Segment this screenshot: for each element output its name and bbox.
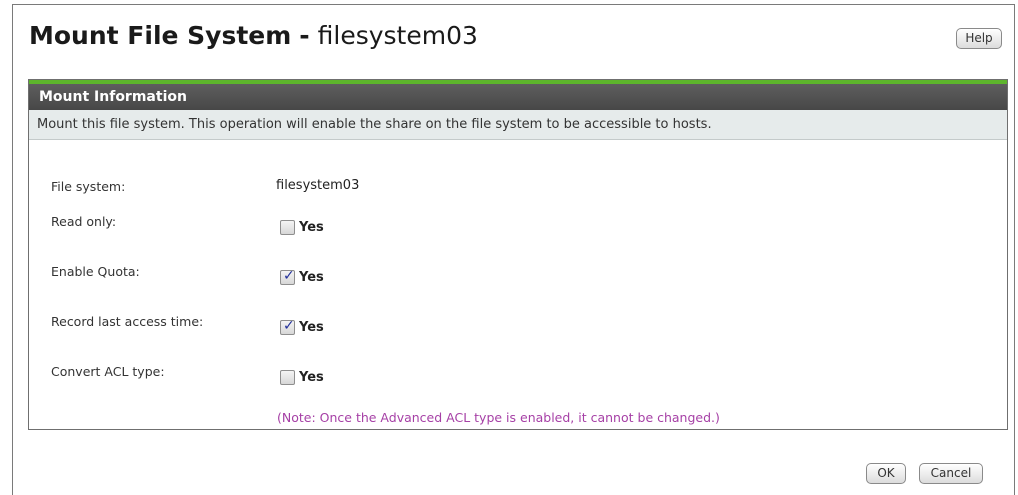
title-filesystem-name: filesystem03 [317,21,478,50]
title-main: Mount File System [29,21,292,50]
file-system-label: File system: [51,179,126,194]
mount-information-panel: Mount Information Mount this file system… [28,79,1008,430]
help-button[interactable]: Help [956,28,1002,49]
panel-header: Mount Information [29,84,1007,110]
convert-acl-option-label: Yes [299,370,324,385]
read-only-option[interactable]: Yes [280,220,324,235]
title-row: Mount File System - filesystem03 [29,21,1002,57]
read-only-label: Read only: [51,214,117,229]
file-system-value: filesystem03 [276,178,360,193]
record-last-access-option-label: Yes [299,320,324,335]
title-separator: - [299,21,310,50]
record-last-access-checkbox[interactable] [280,318,295,335]
enable-quota-option[interactable]: Yes [280,268,324,285]
read-only-option-label: Yes [299,220,324,235]
acl-note: (Note: Once the Advanced ACL type is ena… [277,410,720,425]
enable-quota-checkbox[interactable] [280,268,295,285]
convert-acl-label: Convert ACL type: [51,364,165,379]
record-last-access-label: Record last access time: [51,314,204,329]
ok-button[interactable]: OK [866,463,906,484]
cancel-button[interactable]: Cancel [919,463,983,484]
convert-acl-option[interactable]: Yes [280,370,324,385]
enable-quota-option-label: Yes [299,270,324,285]
mount-file-system-dialog: Mount File System - filesystem03 Help Mo… [12,4,1015,495]
panel-description: Mount this file system. This operation w… [29,110,1007,140]
record-last-access-option[interactable]: Yes [280,318,324,335]
dialog-title: Mount File System - filesystem03 [29,21,1002,50]
enable-quota-label: Enable Quota: [51,264,140,279]
convert-acl-checkbox[interactable] [280,370,295,385]
read-only-checkbox[interactable] [280,220,295,235]
